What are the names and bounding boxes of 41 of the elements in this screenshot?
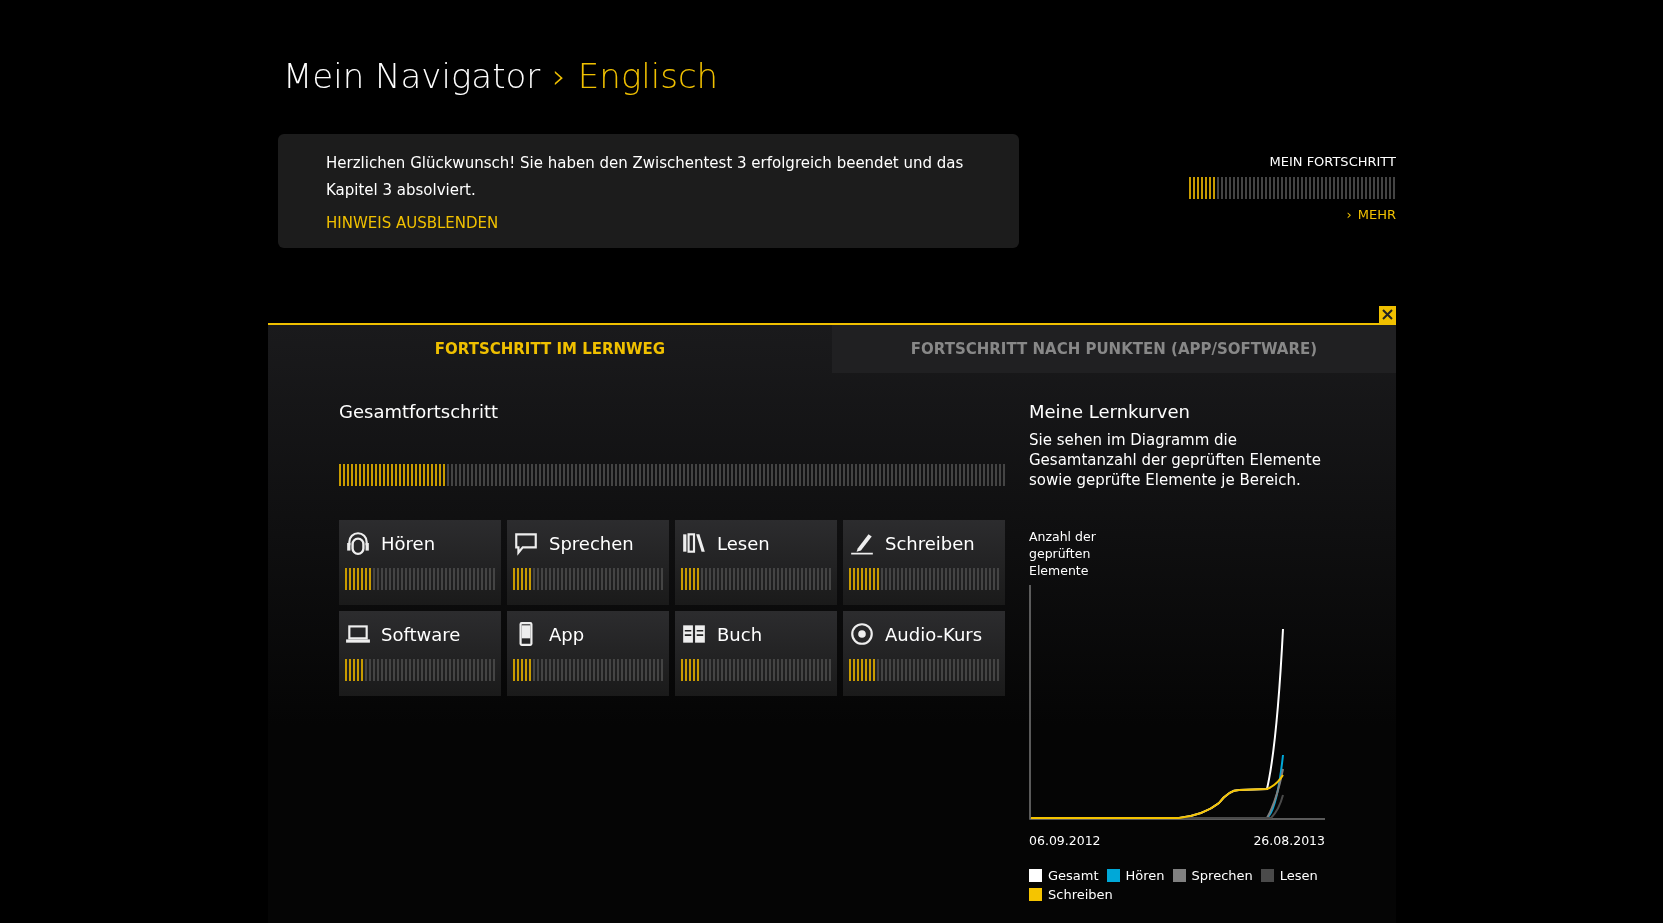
speech-icon (513, 530, 539, 556)
legend-label: Sprechen (1191, 868, 1253, 883)
hide-notice-link[interactable]: HINWEIS AUSBLENDEN (326, 214, 499, 232)
breadcrumb-root[interactable]: Mein Navigator (283, 54, 541, 98)
skill-tile[interactable]: Lesen (675, 520, 837, 605)
skill-label: Hören (381, 532, 436, 554)
my-progress-label: MEIN FORTSCHRITT (1269, 154, 1396, 169)
axis-tick-label: 26.08.2013 (1253, 833, 1325, 848)
skill-tile[interactable]: Hören (339, 520, 501, 605)
disc-icon (849, 621, 875, 647)
chart-title: Meine Lernkurven (1029, 401, 1191, 422)
books-icon (681, 530, 707, 556)
legend-label: Schreiben (1048, 887, 1113, 902)
skill-tile[interactable]: App (507, 611, 669, 696)
tab[interactable]: FORTSCHRITT IM LERNWEG (268, 325, 832, 373)
headphones-icon (345, 530, 371, 556)
tab[interactable]: FORTSCHRITT NACH PUNKTEN (APP/SOFTWARE) (832, 325, 1396, 373)
skill-tile[interactable]: Audio-Kurs (843, 611, 1005, 696)
more-link[interactable]: › MEHR (1346, 207, 1396, 222)
chart-description: Sie sehen im Diagramm die Gesamtanzahl der geprüften Elemente sowie geprüfte Elemente je Bereich. (1029, 430, 1322, 490)
skill-label: Buch (717, 623, 763, 645)
breadcrumb-separator: › (552, 55, 566, 98)
skill-label: Software (381, 623, 461, 645)
axis-tick-label: 06.09.2012 (1029, 833, 1101, 848)
section-title: Gesamtfortschritt (339, 401, 500, 422)
skill-label: App (549, 623, 585, 645)
axis-label: Anzahl der geprüften Elemente (1029, 528, 1097, 579)
skill-label: Lesen (717, 532, 770, 554)
skill-label: Schreiben (885, 532, 975, 554)
breadcrumb-current: Englisch (577, 55, 719, 98)
legend-label: Hören (1125, 868, 1165, 883)
close-button[interactable] (1379, 306, 1396, 323)
legend-label: Lesen (1279, 868, 1318, 883)
skill-label: Sprechen (549, 532, 634, 554)
skill-tile[interactable]: Sprechen (507, 520, 669, 605)
skill-tile[interactable]: Software (339, 611, 501, 696)
skill-tile[interactable]: Schreiben (843, 520, 1005, 605)
skill-tile[interactable]: Buch (675, 611, 837, 696)
notice-text: Herzlichen Glückwunsch! Sie haben den Zwischentest 3 erfolgreich beendet und das Kapitel 3 absolviert. (326, 153, 965, 201)
skill-label: Audio-Kurs (885, 623, 983, 645)
legend-label: Gesamt (1048, 868, 1099, 883)
